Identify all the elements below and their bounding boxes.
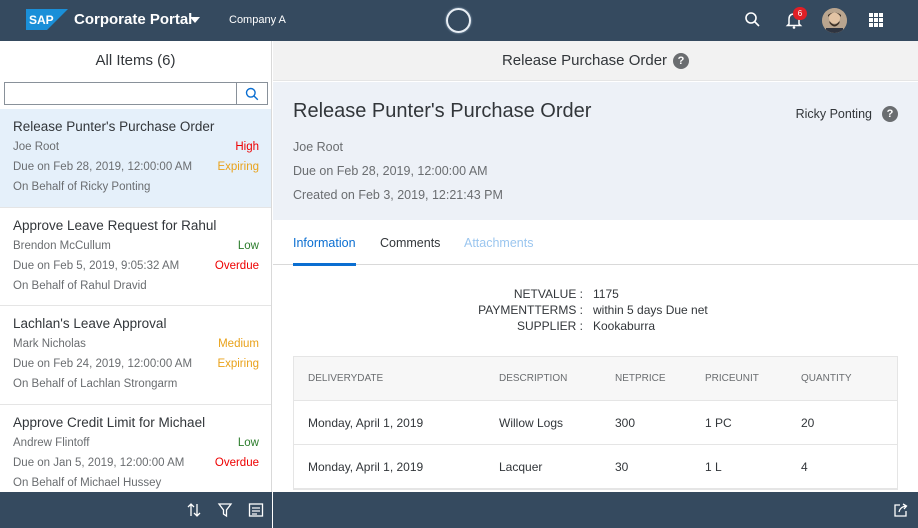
app-launcher-icon[interactable] — [866, 10, 886, 30]
field-value: 1175 — [593, 287, 619, 301]
search-input[interactable] — [5, 83, 235, 104]
avatar[interactable] — [822, 8, 847, 33]
item-due: Due on Feb 28, 2019, 12:00:00 AM — [13, 161, 193, 173]
table-header: DELIVERYDATE DESCRIPTION NETPRICE PRICEU… — [294, 357, 897, 401]
item-person: Andrew Flintoff — [13, 436, 90, 449]
user-avatar-icon — [822, 8, 847, 33]
column-header: QUANTITY — [801, 373, 852, 384]
field-label: PAYMENTTERMS : — [478, 303, 583, 317]
field-label: NETVALUE : — [513, 287, 583, 301]
detail-title-bar: Release Purchase Order ? — [273, 41, 918, 81]
due-status: Overdue — [214, 456, 259, 469]
search-field[interactable] — [4, 82, 268, 105]
item-title: Approve Credit Limit for Michael — [13, 414, 206, 430]
object-header: Release Punter's Purchase Order Ricky Po… — [273, 82, 918, 220]
item-title: Release Punter's Purchase Order — [13, 119, 215, 134]
object-due: Due on Feb 28, 2019, 12:00:00 AM — [293, 164, 488, 178]
table-row[interactable]: Monday, April 1, 2019 Willow Logs 300 1 … — [294, 401, 897, 445]
table-cell: 1 L — [705, 460, 722, 474]
item-due: Due on Jan 5, 2019, 12:00:00 AM — [13, 456, 185, 469]
detail-footer-toolbar — [273, 492, 918, 528]
search-icon — [245, 87, 259, 100]
help-icon[interactable]: ? — [673, 52, 690, 69]
company-name: Company A — [229, 14, 286, 26]
list-item[interactable]: Approve Credit Limit for Michael Andrew … — [0, 405, 271, 493]
field-label: SUPPLIER : — [516, 319, 583, 333]
table-cell: 30 — [615, 460, 629, 474]
chevron-down-icon[interactable] — [190, 17, 200, 23]
list-item[interactable]: Approve Leave Request for Rahul Brendon … — [0, 208, 271, 306]
items-table: DELIVERYDATE DESCRIPTION NETPRICE PRICEU… — [293, 356, 898, 490]
field-value: Kookaburra — [593, 319, 656, 333]
item-person: Joe Root — [13, 141, 60, 153]
item-due: Due on Feb 24, 2019, 12:00:00 AM — [13, 358, 193, 370]
table-cell: Willow Logs — [499, 416, 564, 430]
object-created: Created on Feb 3, 2019, 12:21:43 PM — [293, 188, 503, 202]
table-cell: 20 — [801, 416, 815, 430]
item-title: Approve Leave Request for Rahul — [13, 217, 217, 233]
master-title: All Items (6) — [95, 52, 176, 69]
filter-icon[interactable] — [217, 502, 233, 518]
copilot-icon[interactable] — [446, 8, 471, 33]
svg-text:SAP: SAP — [29, 13, 54, 27]
item-due: Due on Feb 5, 2019, 9:05:32 AM — [13, 259, 180, 272]
detail-bar-title: Release Purchase Order — [501, 52, 668, 69]
table-row[interactable]: Monday, April 1, 2019 Lacquer 30 1 L 4 — [294, 445, 897, 489]
item-behalf: On Behalf of Rahul Dravid — [13, 279, 147, 292]
share-icon[interactable] — [893, 502, 909, 518]
owner-name[interactable]: Ricky Ponting — [796, 107, 872, 121]
table-cell: Lacquer — [499, 460, 543, 474]
sap-logo[interactable]: SAP — [26, 9, 68, 30]
master-footer-toolbar — [0, 492, 272, 528]
list-item[interactable]: Lachlan's Leave Approval Mark Nicholas Me… — [0, 306, 271, 405]
help-icon[interactable]: ? — [882, 106, 898, 122]
detail-panel: Release Purchase Order ? Release Punter'… — [273, 41, 918, 492]
column-header: DELIVERYDATE — [308, 373, 384, 384]
column-header: DESCRIPTION — [499, 373, 568, 384]
object-person: Joe Root — [293, 140, 344, 154]
due-status: Overdue — [214, 259, 259, 272]
tab-comments[interactable]: Comments — [380, 236, 440, 250]
group-icon[interactable] — [248, 502, 264, 518]
due-status: Expiring — [217, 358, 259, 370]
master-list-panel: All Items (6) Release Punter's Purchase … — [0, 41, 272, 492]
sort-icon[interactable] — [186, 502, 202, 518]
priority-status: Low — [237, 239, 259, 252]
shell-header: SAP Corporate Portal Company A 6 — [0, 0, 918, 41]
object-owner: Ricky Ponting ? — [796, 106, 898, 122]
item-title: Lachlan's Leave Approval — [13, 316, 167, 331]
search-icon[interactable] — [743, 10, 763, 30]
item-person: Mark Nicholas — [13, 338, 86, 350]
item-behalf: On Behalf of Michael Hussey — [13, 476, 162, 489]
notification-badge: 6 — [793, 7, 807, 20]
table-cell: 300 — [615, 416, 636, 430]
table-cell: 4 — [801, 460, 808, 474]
table-cell: 1 PC — [705, 416, 732, 430]
search-button[interactable] — [236, 83, 267, 104]
task-list: Release Punter's Purchase Order Joe Root… — [0, 109, 271, 493]
item-behalf: On Behalf of Ricky Ponting — [13, 181, 151, 193]
table-cell: Monday, April 1, 2019 — [308, 416, 424, 430]
column-header: NETPRICE — [615, 373, 666, 384]
object-title: Release Punter's Purchase Order — [293, 100, 592, 122]
priority-status: Low — [237, 436, 259, 449]
table-cell: Monday, April 1, 2019 — [308, 460, 424, 474]
list-item[interactable]: Release Punter's Purchase Order Joe Root… — [0, 109, 271, 208]
column-header: PRICEUNIT — [705, 373, 759, 384]
priority-status: High — [235, 141, 259, 153]
priority-status: Medium — [218, 338, 259, 350]
item-behalf: On Behalf of Lachlan Strongarm — [13, 378, 178, 390]
item-person: Brendon McCullum — [13, 239, 111, 252]
due-status: Expiring — [217, 161, 259, 173]
tab-information[interactable]: Information — [293, 236, 356, 266]
field-value: within 5 days Due net — [593, 303, 708, 317]
tab-attachments[interactable]: Attachments — [464, 236, 533, 250]
portal-title[interactable]: Corporate Portal — [74, 11, 192, 28]
tab-bar: Information Comments Attachments — [273, 220, 918, 266]
